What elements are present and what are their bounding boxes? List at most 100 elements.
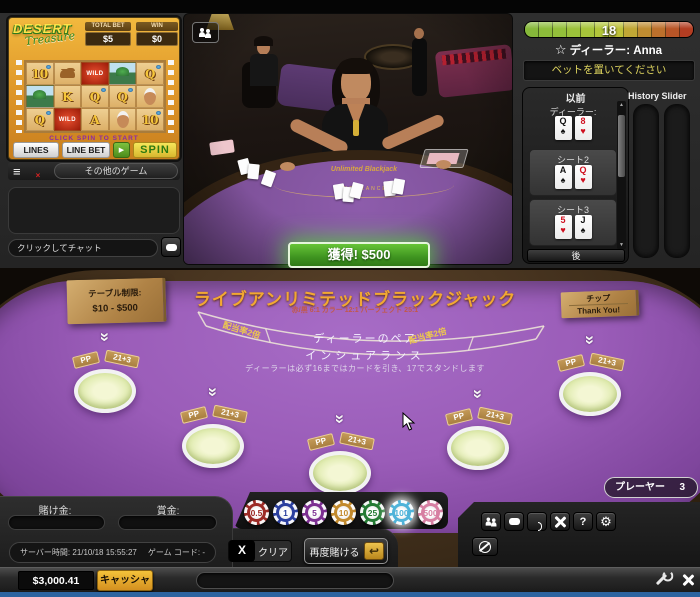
chip-row: 0.5 1 5 10 25 100 500 — [244, 500, 443, 525]
chip-value: 10 — [334, 503, 353, 522]
dealer-rule-text: ディーラーは必ず16まではカードを引き、17でスタンドします — [210, 363, 520, 374]
chat-history-box — [8, 187, 180, 234]
chevron-down-icon: » — [580, 335, 600, 344]
chip-value: 1 — [276, 503, 295, 522]
bottom-bar: $3,000.41 キャッシャー — [0, 567, 700, 592]
history-seat3-cards: 5♥ J♠ — [529, 215, 617, 239]
history-slider-label: History Slider — [628, 91, 698, 101]
pp-bet-label[interactable]: PP — [180, 406, 208, 424]
card: Q♠ — [555, 116, 572, 140]
chat-send-button[interactable] — [161, 237, 181, 257]
21plus3-bet-label[interactable]: 21+3 — [477, 407, 513, 426]
chip-500[interactable]: 500 — [418, 500, 443, 525]
player-label: プレーヤー — [615, 482, 665, 493]
chip-value: 25 — [363, 503, 382, 522]
chip-10[interactable]: 10 — [331, 500, 356, 525]
menu-icon[interactable]: ≡ — [13, 164, 21, 179]
wrench-icon[interactable] — [656, 574, 667, 585]
chip-25[interactable]: 25 — [360, 500, 385, 525]
reel-cell — [54, 62, 82, 85]
server-info-pill: サーバー時間: 21/10/18 15:55:27 ゲーム コード: - — [9, 542, 216, 563]
settings-button[interactable]: ⚙ — [596, 512, 616, 531]
chat-toggle-button[interactable] — [504, 512, 524, 531]
dealer-name: ディーラー: Anna — [570, 45, 662, 57]
player-count-pill: プレーヤー 3 — [604, 477, 698, 498]
pp-bet-label[interactable]: PP — [557, 354, 585, 372]
people-icon — [199, 28, 212, 38]
winnings-field — [118, 515, 217, 530]
pp-bet-label[interactable]: PP — [307, 433, 335, 451]
rebet-icon: ↩ — [364, 542, 384, 560]
fullscreen-icon — [554, 516, 566, 528]
camera-view-button[interactable] — [192, 22, 219, 43]
chevron-down-icon: » — [468, 389, 488, 398]
spin-button[interactable]: SPIN — [133, 142, 177, 158]
no-timer-button[interactable] — [472, 537, 498, 556]
timer-seconds: 18 — [525, 22, 693, 37]
history-slider-track[interactable] — [664, 104, 690, 258]
reel-cell: K — [54, 85, 82, 108]
history-scrollbar[interactable]: ▲ ▼ — [617, 101, 626, 249]
chat-input[interactable] — [8, 239, 158, 257]
slot-logo: DESERT Treasure — [13, 21, 75, 45]
bet-spot-2: » PP 21+3 — [168, 382, 258, 470]
total-bet-group: TOTAL BET $5 — [85, 22, 131, 46]
reel-cell — [136, 85, 164, 108]
chip-100-selected[interactable]: 100 — [389, 500, 414, 525]
clear-bets-button[interactable]: X クリア — [228, 540, 292, 562]
chip-0.5[interactable]: 0.5 — [244, 500, 269, 525]
reel-cell: WILD — [54, 108, 82, 131]
clear-label: クリア — [255, 544, 291, 559]
balance-display: $3,000.41 — [18, 571, 94, 590]
chip-1[interactable]: 1 — [273, 500, 298, 525]
main-bet-circle[interactable] — [309, 451, 371, 495]
main-bet-circle[interactable] — [182, 424, 244, 468]
scrollbar-thumb[interactable] — [618, 115, 625, 177]
line-bet-button[interactable]: LINE BET — [62, 142, 110, 158]
close-icon[interactable] — [682, 574, 694, 586]
card: 5♥ — [555, 215, 572, 239]
21plus3-bet-label[interactable]: 21+3 — [589, 353, 625, 372]
film-strip-right — [168, 60, 174, 133]
reel-cell: 10 — [136, 108, 164, 131]
card: A♠ — [555, 165, 572, 189]
reel-cell — [109, 108, 137, 131]
lines-button[interactable]: LINES — [13, 142, 59, 158]
bet-amount-field — [8, 515, 105, 530]
pp-bet-label[interactable]: PP — [445, 408, 473, 426]
fullscreen-button[interactable] — [550, 512, 570, 531]
slot-widget: DESERT Treasure TOTAL BET $5 WIN $0 10 W… — [8, 17, 180, 160]
other-games-button[interactable]: その他のゲーム — [54, 163, 178, 179]
21plus3-bet-label[interactable]: 21+3 — [339, 432, 375, 451]
reel-cell: Q — [26, 108, 54, 131]
decor — [0, 592, 700, 597]
message-pill — [196, 572, 394, 589]
bet-timer: 18 — [524, 21, 694, 38]
21plus3-bet-label[interactable]: 21+3 — [212, 405, 248, 424]
tip-plaque[interactable]: チップ Thank You! — [561, 290, 640, 319]
main-bet-circle[interactable] — [447, 426, 509, 470]
card: 8♥ — [575, 116, 592, 140]
rebet-button[interactable]: 再度賭ける ↩ — [304, 538, 388, 564]
slot-bottom-bar: ≡ × その他のゲーム — [8, 162, 180, 180]
reel-cell: Q — [136, 62, 164, 85]
pp-bet-label[interactable]: PP — [72, 351, 100, 369]
favorite-star-icon[interactable]: ☆ — [555, 42, 567, 57]
people-icon — [485, 517, 497, 526]
table-limits-plaque: テーブル制限: $10 - $500 — [66, 278, 166, 325]
play-icon-button[interactable]: ▶ — [113, 142, 130, 158]
multiview-button[interactable] — [481, 512, 501, 531]
chat-bubble-icon — [509, 518, 520, 525]
slot-hint: CLICK SPIN TO START — [9, 135, 179, 142]
21plus3-bet-label[interactable]: 21+3 — [104, 350, 140, 369]
history-next-button[interactable]: 後 — [527, 249, 625, 262]
main-bet-circle[interactable] — [74, 369, 136, 413]
history-slider-track[interactable] — [633, 104, 659, 258]
sound-button[interactable] — [527, 512, 547, 531]
cashier-button[interactable]: キャッシャー — [97, 570, 153, 591]
chip-5[interactable]: 5 — [302, 500, 327, 525]
tip-value: Thank You! — [561, 305, 636, 317]
help-button[interactable]: ? — [573, 512, 593, 531]
reel-cell: 10 — [26, 62, 54, 85]
main-bet-circle[interactable] — [559, 372, 621, 416]
